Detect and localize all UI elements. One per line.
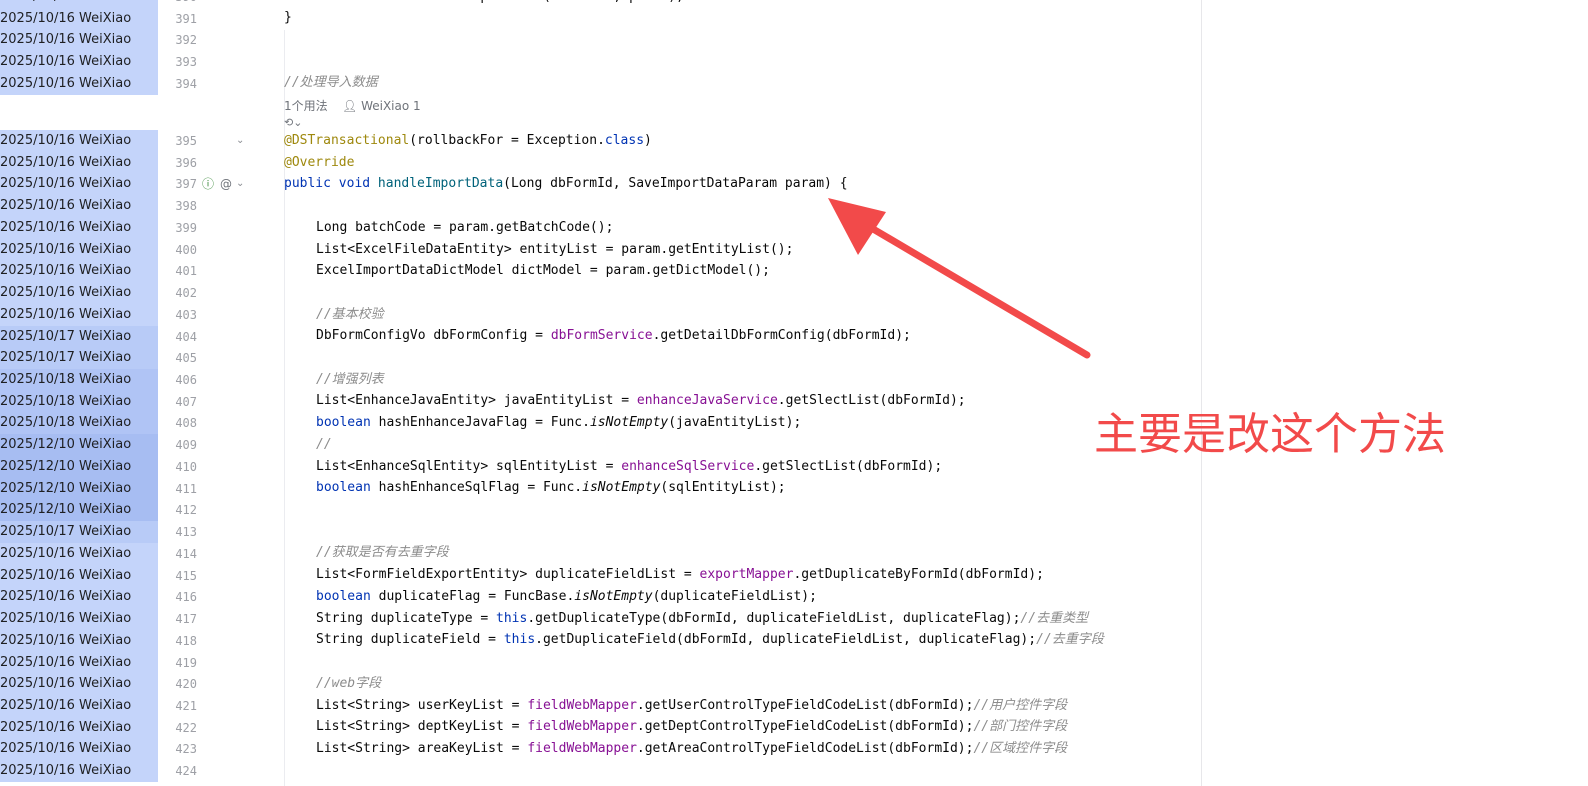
red-arrow-annotation (828, 198, 1091, 359)
annotation-text: 主要是改这个方法 (1094, 409, 1446, 460)
